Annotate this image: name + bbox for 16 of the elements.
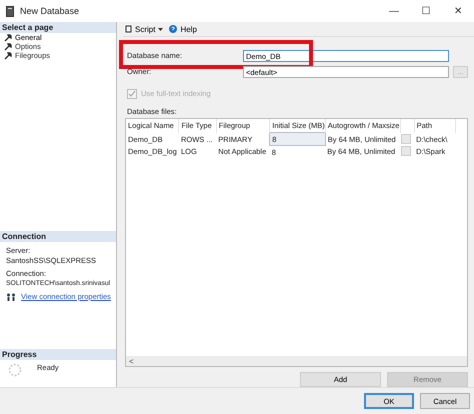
connection-icon [6,292,16,300]
section-header: Connection [0,231,116,242]
section-header: Select a page [0,22,116,33]
ellipsis-button[interactable] [400,134,411,144]
section-header: Progress [0,349,116,360]
database-icon [6,6,14,16]
horizontal-scrollbar[interactable]: < [126,356,467,366]
window-title: New Database [20,6,80,16]
scroll-left-arrow[interactable]: < [126,356,137,366]
caret-icon [158,28,164,30]
script-icon [125,25,132,33]
spinner-icon [8,363,22,377]
ellipsis-button[interactable] [400,146,411,156]
help-icon [169,25,178,33]
help-button[interactable]: Help [167,24,199,34]
script-button[interactable]: Script [123,24,166,34]
